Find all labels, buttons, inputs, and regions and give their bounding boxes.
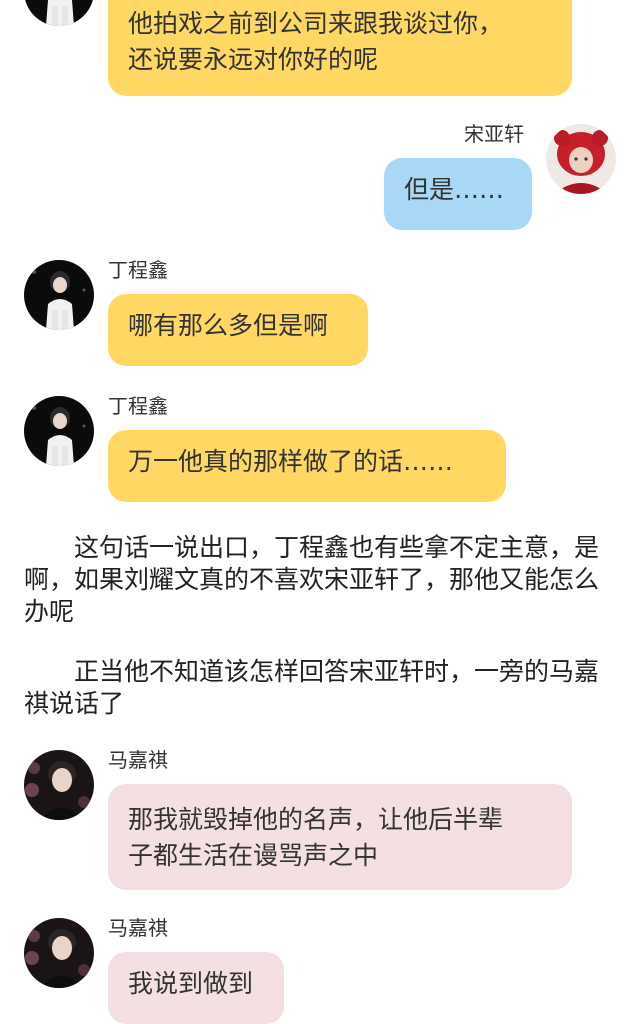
message-bubble[interactable]: 万一他真的那样做了的话…… <box>108 430 506 502</box>
majiaqi-avatar[interactable] <box>24 918 94 988</box>
sender-name-dingchengxin: 丁程鑫 <box>108 394 168 418</box>
songyaxuan-avatar[interactable] <box>546 124 616 194</box>
narration-paragraph: 这句话一说出口，丁程鑫也有些拿不定主意，是啊，如果刘耀文真的不喜欢宋亚轩了，那他… <box>24 533 600 626</box>
dingchengxin-avatar[interactable] <box>24 396 94 466</box>
dingchengxin-avatar[interactable] <box>24 0 94 26</box>
sender-name-majiaqi: 马嘉祺 <box>108 748 168 772</box>
message-bubble[interactable]: 我说到做到 <box>108 952 284 1024</box>
sender-name-dingchengxin: 丁程鑫 <box>108 258 168 282</box>
message-bubble[interactable]: 他拍戏之前到公司来跟我谈过你， 还说要永远对你好的呢 <box>108 0 572 96</box>
sender-name-majiaqi: 马嘉祺 <box>108 916 168 940</box>
message-bubble[interactable]: 但是…… <box>384 158 532 230</box>
message-bubble[interactable]: 哪有那么多但是啊 <box>108 294 368 366</box>
majiaqi-avatar[interactable] <box>24 750 94 820</box>
message-bubble[interactable]: 那我就毁掉他的名声，让他后半辈 子都生活在谩骂声之中 <box>108 784 572 890</box>
dingchengxin-avatar[interactable] <box>24 260 94 330</box>
sender-name-songyaxuan: 宋亚轩 <box>464 122 524 146</box>
narration-paragraph: 正当他不知道该怎样回答宋亚轩时，一旁的马嘉祺说话了 <box>24 657 600 718</box>
